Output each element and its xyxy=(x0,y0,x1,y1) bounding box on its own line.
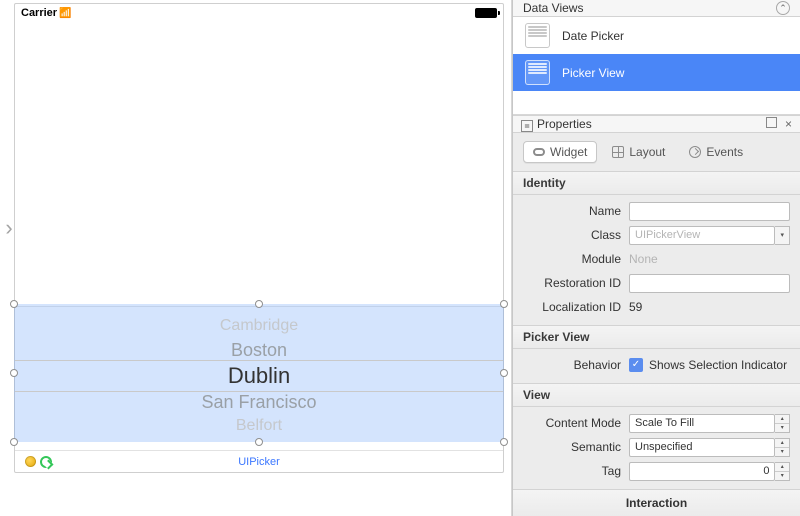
shows-selection-indicator-label: Shows Selection Indicator xyxy=(649,358,787,372)
design-canvas: › Carrier Cambridge Boston Dublin San Fr… xyxy=(0,0,512,516)
semantic-stepper-icon[interactable]: ▴▾ xyxy=(775,438,790,457)
picker-row[interactable]: Belfort xyxy=(236,414,282,438)
picker-view-icon xyxy=(525,60,550,85)
list-item-label: Picker View xyxy=(562,66,624,80)
uipickerview[interactable]: Cambridge Boston Dublin San Francisco Be… xyxy=(15,306,503,444)
restoration-id-field[interactable] xyxy=(629,274,790,293)
name-field[interactable] xyxy=(629,202,790,221)
tab-layout[interactable]: Layout xyxy=(603,142,674,162)
class-dropdown-icon[interactable]: ▾ xyxy=(775,226,790,245)
list-item-label: Date Picker xyxy=(562,29,624,43)
class-label: Class xyxy=(513,228,623,242)
widget-tab-icon xyxy=(533,148,545,156)
data-views-title: Data Views xyxy=(523,1,583,15)
layout-tab-icon xyxy=(612,146,624,158)
status-bar: Carrier xyxy=(15,4,503,22)
tag-label: Tag xyxy=(513,464,623,478)
group-identity: Identity xyxy=(513,171,800,195)
content-mode-label: Content Mode xyxy=(513,416,623,430)
module-label: Module xyxy=(513,252,623,266)
close-icon[interactable]: × xyxy=(785,117,792,131)
properties-title: Properties xyxy=(537,117,592,131)
inspector-panel: Data Views ⌃ Date Picker Picker View ≣ Pr… xyxy=(512,0,800,516)
data-views-header[interactable]: Data Views ⌃ xyxy=(513,0,800,17)
properties-icon: ≣ xyxy=(521,120,533,132)
scene-title: UIPicker xyxy=(15,456,503,468)
battery-icon xyxy=(475,8,497,18)
properties-tabs: Widget Layout Events xyxy=(513,133,800,171)
wifi-icon xyxy=(57,7,71,19)
semantic-label: Semantic xyxy=(513,440,623,454)
warning-dot-icon[interactable] xyxy=(25,456,36,467)
tab-widget[interactable]: Widget xyxy=(523,141,597,163)
name-label: Name xyxy=(513,204,623,218)
device-frame[interactable]: Carrier Cambridge Boston Dublin San Fran… xyxy=(14,3,504,473)
group-interaction: Interaction xyxy=(513,489,800,516)
data-views-item-picker-view[interactable]: Picker View xyxy=(513,54,800,91)
collapse-icon[interactable]: ⌃ xyxy=(776,1,790,15)
events-tab-icon xyxy=(689,146,701,158)
localization-id-value: 59 xyxy=(629,300,642,314)
picker-row[interactable]: Boston xyxy=(231,338,287,362)
content-mode-select[interactable] xyxy=(629,414,775,433)
group-view: View xyxy=(513,383,800,407)
data-views-item-date-picker[interactable]: Date Picker xyxy=(513,17,800,54)
picker-row[interactable]: San Francisco xyxy=(201,390,316,414)
picker-row-selected[interactable]: Dublin xyxy=(228,362,290,390)
restoration-id-label: Restoration ID xyxy=(513,276,623,290)
behavior-label: Behavior xyxy=(513,358,623,372)
canvas-footer: UIPicker xyxy=(15,450,503,472)
carrier-label: Carrier xyxy=(21,7,72,19)
data-views-list: Date Picker Picker View xyxy=(513,17,800,91)
content-mode-stepper-icon[interactable]: ▴▾ xyxy=(775,414,790,433)
localization-id-label: Localization ID xyxy=(513,300,623,314)
shows-selection-indicator-checkbox[interactable] xyxy=(629,358,643,372)
detach-icon[interactable] xyxy=(766,117,777,128)
picker-row[interactable]: Cambridge xyxy=(220,314,298,338)
tag-field[interactable] xyxy=(629,462,775,481)
properties-header[interactable]: ≣ Properties × xyxy=(513,115,800,133)
module-value: None xyxy=(629,252,658,266)
tag-stepper[interactable]: ▴▾ xyxy=(775,462,790,481)
date-picker-icon xyxy=(525,23,550,48)
class-field[interactable] xyxy=(629,226,775,245)
semantic-select[interactable] xyxy=(629,438,775,457)
group-picker-view: Picker View xyxy=(513,325,800,349)
tab-events[interactable]: Events xyxy=(680,142,752,162)
refresh-dot-icon[interactable] xyxy=(40,456,52,468)
